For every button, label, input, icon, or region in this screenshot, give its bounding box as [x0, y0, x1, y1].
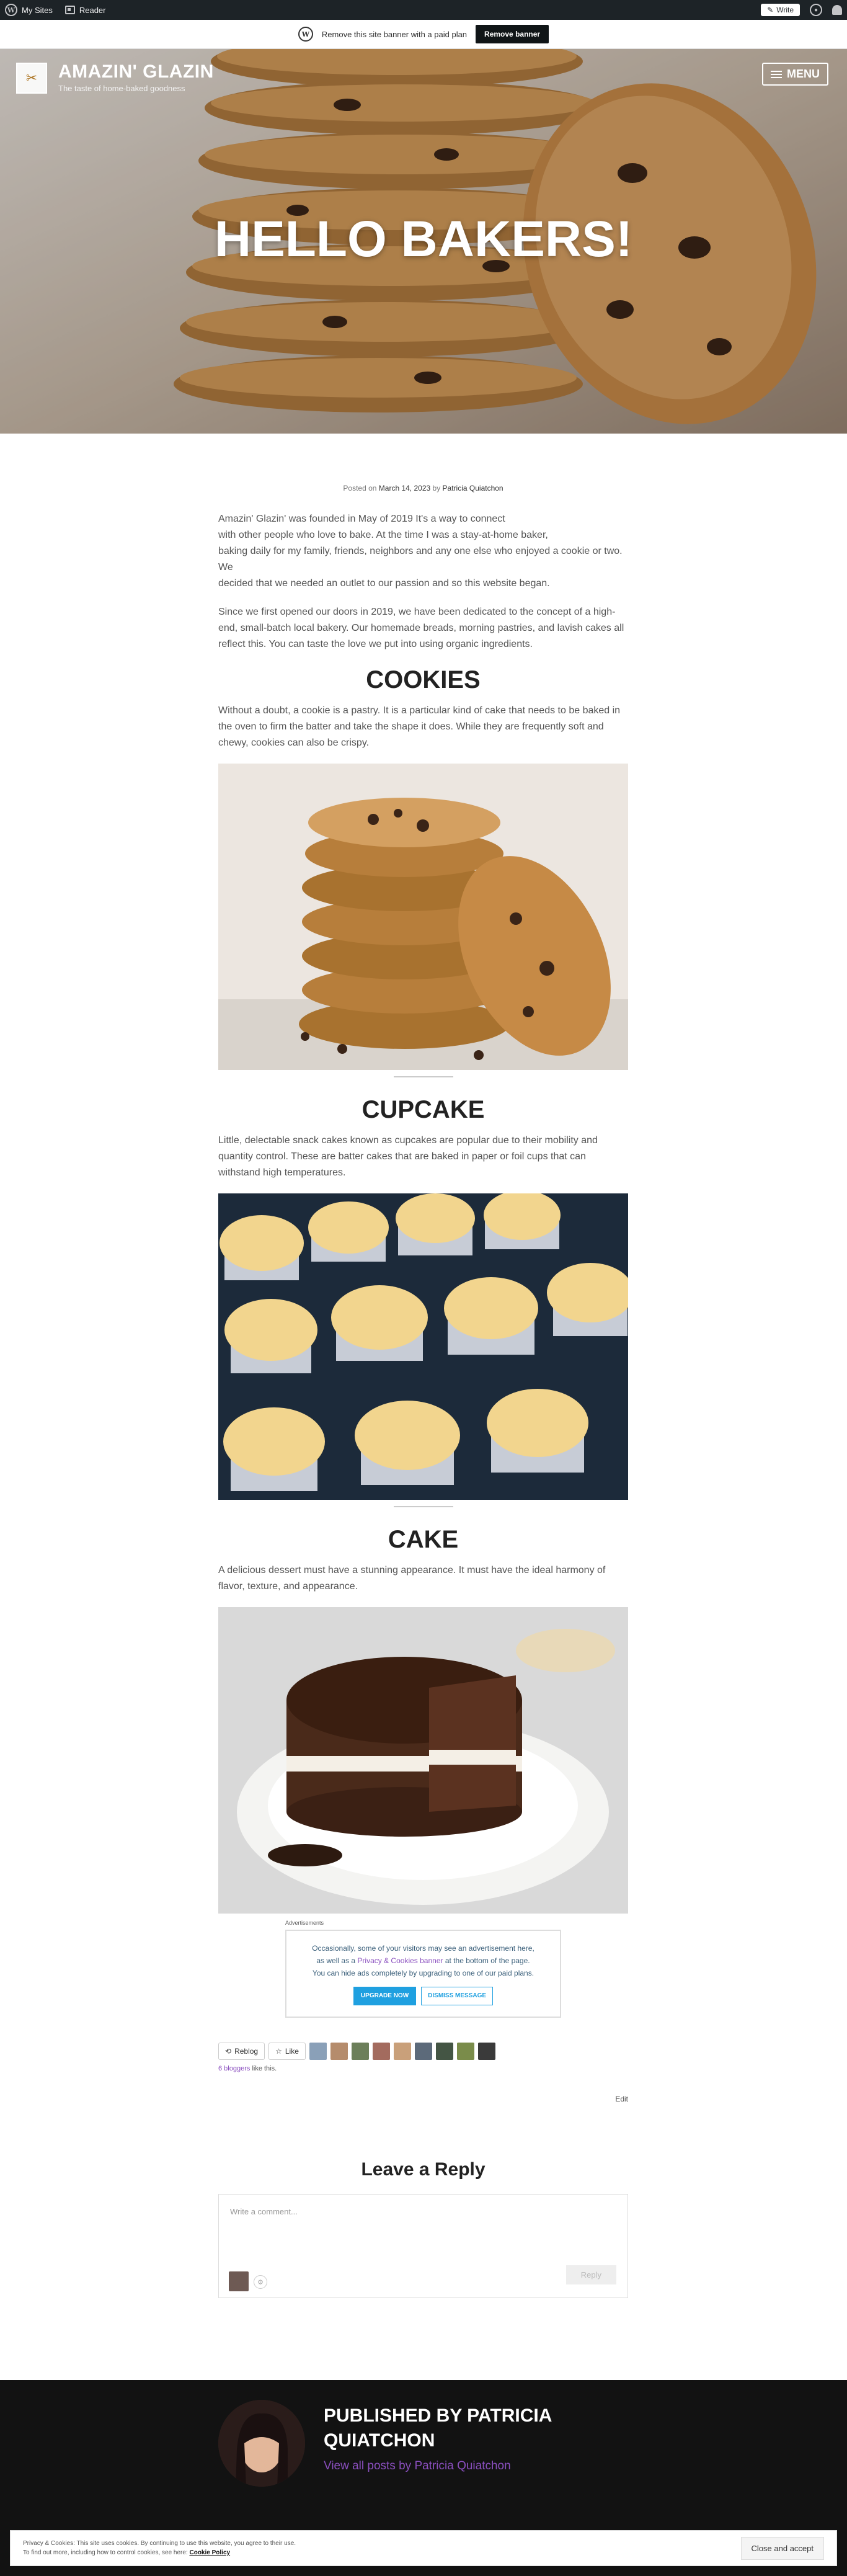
history-paragraph: Since we first opened our doors in 2019,…	[218, 607, 624, 649]
close-and-accept-button[interactable]: Close and accept	[740, 2536, 824, 2560]
comment-form[interactable]: Write a comment... ⚙ Reply	[218, 2194, 628, 2298]
intro-paragraph: Amazin' Glazin' was founded in May of 20…	[218, 511, 628, 592]
reblog-label: Reblog	[234, 2047, 259, 2056]
bloggers-suffix: like this.	[252, 2065, 277, 2072]
cupcake-image	[218, 1193, 628, 1500]
admin-bar: W My Sites Reader ✎ Write ●	[0, 0, 847, 20]
like-label: Like	[285, 2047, 299, 2056]
post-content: Posted on March 14, 2023 by Patricia Qui…	[218, 484, 628, 2298]
bloggers-count-link[interactable]: 6 bloggers	[218, 2065, 250, 2072]
ad-notice: Occasionally, some of your visitors may …	[285, 1930, 561, 2018]
menu-label: MENU	[787, 68, 820, 80]
liker-avatar[interactable]	[435, 2043, 453, 2060]
notifications-icon[interactable]	[832, 5, 842, 15]
intro-line: decided that we needed an outlet to our …	[218, 578, 550, 589]
like-button[interactable]: ☆ Like	[268, 2043, 306, 2060]
star-icon: ☆	[275, 2047, 282, 2056]
site-banner: W Remove this site banner with a paid pl…	[0, 20, 847, 49]
gear-icon[interactable]: ⚙	[254, 2275, 267, 2289]
cake-text: A delicious dessert must have a stunning…	[218, 1565, 606, 1592]
my-sites-link[interactable]: W My Sites	[5, 4, 53, 16]
commenter-avatar	[229, 2271, 249, 2291]
write-button[interactable]: ✎ Write	[761, 4, 800, 16]
ad-line2-prefix: as well as a	[316, 1956, 356, 1965]
pencil-icon: ✎	[767, 6, 774, 14]
menu-button[interactable]: MENU	[762, 63, 828, 86]
cookie-banner: Privacy & Cookies: This site uses cookie…	[10, 2530, 837, 2566]
reply-button[interactable]: Reply	[565, 2265, 616, 2284]
comment-placeholder[interactable]: Write a comment...	[230, 2207, 298, 2216]
cookie-line-2: To find out more, including how to contr…	[23, 2548, 296, 2557]
liker-avatar[interactable]	[351, 2043, 369, 2060]
cake-heading: CAKE	[388, 1526, 459, 1553]
liker-avatar[interactable]	[393, 2043, 411, 2060]
reblog-icon: ⟲	[225, 2047, 232, 2056]
liker-avatar[interactable]	[414, 2043, 432, 2060]
section-divider	[393, 1506, 453, 1507]
reader-link[interactable]: Reader	[64, 5, 106, 15]
intro-line: Amazin' Glazin' was founded in May of 20…	[218, 514, 505, 524]
ad-buttons: UPGRADE NOW DISMISS MESSAGE	[300, 1987, 546, 2005]
intro-line: with other people who love to bake. At t…	[218, 530, 548, 540]
section-divider	[393, 1076, 453, 1077]
cookie-line2-prefix: To find out more, including how to contr…	[23, 2549, 188, 2556]
privacy-cookies-link[interactable]: Privacy & Cookies banner	[357, 1956, 443, 1965]
profile-icon[interactable]: ●	[810, 4, 822, 16]
post-date-link[interactable]: March 14, 2023	[379, 484, 430, 492]
leave-reply-heading: Leave a Reply	[361, 2159, 486, 2180]
post-author-link[interactable]: Patricia Quiatchon	[443, 484, 503, 492]
page-title: HELLO BAKERS!	[214, 211, 633, 267]
cookie-line: Privacy & Cookies: This site uses cookie…	[23, 2540, 296, 2547]
post-meta: Posted on March 14, 2023 by Patricia Qui…	[218, 484, 628, 492]
liker-avatar[interactable]	[309, 2043, 327, 2060]
likes-summary: 6 bloggers like this.	[218, 2065, 628, 2072]
cupcake-heading: CUPCAKE	[361, 1096, 485, 1123]
ad-line: You can hide ads completely by upgrading…	[312, 1969, 534, 1977]
my-sites-label: My Sites	[22, 5, 53, 15]
liker-avatar[interactable]	[330, 2043, 348, 2060]
ad-line: Occasionally, some of your visitors may …	[312, 1944, 534, 1953]
view-all-posts-link[interactable]: View all posts by Patricia Quiatchon	[324, 2459, 511, 2473]
cupcake-text: Little, delectable snack cakes known as …	[218, 1135, 598, 1178]
hamburger-icon	[771, 70, 782, 78]
advertisements-label: Advertisements	[285, 1920, 324, 1926]
liker-avatar[interactable]	[456, 2043, 474, 2060]
author-name: PUBLISHED BY PATRICIA QUIATCHON	[324, 2405, 552, 2451]
cake-image	[218, 1607, 628, 1914]
upgrade-now-button[interactable]: UPGRADE NOW	[353, 1987, 417, 2005]
site-tagline: The taste of home-baked goodness	[58, 84, 185, 93]
hero-header: ✂ AMAZIN' GLAZIN The taste of home-baked…	[0, 49, 847, 434]
cookies-text: Without a doubt, a cookie is a pastry. I…	[218, 705, 621, 748]
meta-prefix: Posted on	[343, 484, 377, 492]
cookies-image	[218, 764, 628, 1070]
edit-link[interactable]: Edit	[218, 2095, 628, 2103]
cookie-policy-link[interactable]: Cookie Policy	[189, 2549, 230, 2556]
author-avatar	[218, 2400, 305, 2487]
site-logo-icon[interactable]: ✂	[16, 63, 47, 94]
site-title[interactable]: AMAZIN' GLAZIN	[58, 61, 214, 82]
cookie-text: Privacy & Cookies: This site uses cookie…	[23, 2539, 296, 2557]
dismiss-message-button[interactable]: DISMISS MESSAGE	[421, 1987, 494, 2005]
ad-line2-suffix: at the bottom of the page.	[445, 1956, 530, 1965]
cookies-heading: COOKIES	[366, 666, 481, 693]
reader-icon	[64, 6, 75, 14]
liker-avatar[interactable]	[477, 2043, 495, 2060]
meta-by: by	[432, 484, 441, 492]
ad-line-2: as well as a Privacy & Cookies banner at…	[300, 1954, 546, 1967]
reader-label: Reader	[79, 5, 106, 15]
wordpress-icon: W	[5, 4, 17, 16]
wordpress-icon: W	[298, 27, 313, 42]
write-label: Write	[776, 6, 794, 14]
share-row: ⟲ Reblog ☆ Like	[218, 2043, 628, 2060]
liker-avatar[interactable]	[372, 2043, 390, 2060]
remove-banner-button[interactable]: Remove banner	[476, 25, 549, 43]
banner-text: Remove this site banner with a paid plan	[321, 29, 468, 39]
intro-line: baking daily for my family, friends, nei…	[218, 546, 623, 573]
reblog-button[interactable]: ⟲ Reblog	[218, 2043, 265, 2060]
